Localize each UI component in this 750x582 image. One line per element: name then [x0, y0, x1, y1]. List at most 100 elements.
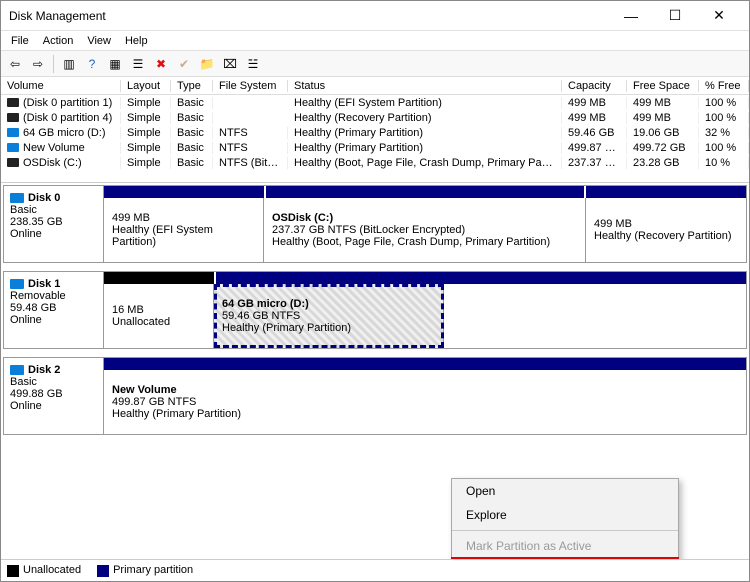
ctx-change-drive-letter[interactable]: Change Drive Letter and Paths... [452, 558, 678, 559]
col-volume[interactable]: Volume [1, 80, 121, 92]
col-status[interactable]: Status [288, 80, 562, 92]
cell-status: Healthy (Boot, Page File, Crash Dump, Pr… [288, 157, 562, 169]
forward-button[interactable]: ⇨ [28, 54, 48, 74]
window: Disk Management — ☐ ✕ File Action View H… [0, 0, 750, 582]
menu-action[interactable]: Action [37, 33, 80, 49]
disk-kind: Basic [10, 204, 97, 216]
arrow-left-icon: ⇦ [10, 57, 20, 71]
cell-capacity: 499.87 GB [562, 142, 627, 154]
part-status: Unallocated [112, 316, 205, 328]
toolbar-btn-8[interactable]: ☱ [243, 54, 263, 74]
cell-volume: OSDisk (C:) [23, 157, 82, 169]
grid-icon: ▦ [109, 57, 120, 71]
col-type[interactable]: Type [171, 80, 213, 92]
cell-capacity: 237.37 GB [562, 157, 627, 169]
disk1-part-unallocated[interactable]: 16 MB Unallocated [104, 284, 214, 348]
disk0-part-recovery[interactable]: 499 MB Healthy (Recovery Partition) [586, 198, 746, 262]
col-pctfree[interactable]: % Free [699, 80, 749, 92]
cell-volume: 64 GB micro (D:) [23, 127, 106, 139]
minimize-button[interactable]: — [609, 2, 653, 30]
cell-capacity: 59.46 GB [562, 127, 627, 139]
disk-0: Disk 0 Basic 238.35 GB Online 499 MB Hea… [3, 185, 747, 263]
col-capacity[interactable]: Capacity [562, 80, 627, 92]
part-status: Healthy (Primary Partition) [112, 408, 738, 420]
cell-volume: (Disk 0 partition 1) [23, 97, 112, 109]
toolbar-btn-7[interactable]: ⌧ [220, 54, 240, 74]
disk-icon [10, 193, 24, 203]
cell-capacity: 499 MB [562, 97, 627, 109]
arrow-right-icon: ⇨ [33, 57, 43, 71]
back-button[interactable]: ⇦ [5, 54, 25, 74]
toolbar: ⇦ ⇨ ▥ ? ▦ ☰ ✖ ✔ 📁 ⌧ ☱ [1, 51, 749, 77]
menu-help[interactable]: Help [119, 33, 154, 49]
ctx-explore[interactable]: Explore [452, 503, 678, 527]
disk2-part-newvolume[interactable]: New Volume 499.87 GB NTFS Healthy (Prima… [104, 370, 746, 434]
legend-primary-swatch [97, 565, 109, 577]
disk-2-header[interactable]: Disk 2 Basic 499.88 GB Online [4, 358, 104, 434]
part-size: 499 MB [112, 212, 255, 224]
check-icon: ✔ [179, 57, 189, 71]
menu-view[interactable]: View [81, 33, 117, 49]
col-free[interactable]: Free Space [627, 80, 699, 92]
part-status: Healthy (Boot, Page File, Crash Dump, Pr… [272, 236, 577, 248]
volume-list-header: Volume Layout Type File System Status Ca… [1, 77, 749, 95]
disk-icon [10, 365, 24, 375]
table-row[interactable]: New Volume Simple Basic NTFS Healthy (Pr… [1, 140, 749, 155]
disk-name: Disk 0 [28, 192, 60, 204]
cell-volume: (Disk 0 partition 4) [23, 112, 112, 124]
disk0-part-osdisk[interactable]: OSDisk (C:) 237.37 GB NTFS (BitLocker En… [264, 198, 586, 262]
table-row[interactable]: (Disk 0 partition 4) Simple Basic Health… [1, 110, 749, 125]
table-row[interactable]: OSDisk (C:) Simple Basic NTFS (BitLo... … [1, 155, 749, 170]
disk0-part-efi[interactable]: 499 MB Healthy (EFI System Partition) [104, 198, 264, 262]
disk-maps: Disk 0 Basic 238.35 GB Online 499 MB Hea… [1, 183, 749, 559]
disk-1: Disk 1 Removable 59.48 GB Online 16 MB U… [3, 271, 747, 349]
toolbar-btn-4[interactable]: ☰ [128, 54, 148, 74]
delete-icon: ✖ [156, 57, 166, 71]
legend-primary-label: Primary partition [113, 564, 193, 576]
toolbar-btn-3[interactable]: ▦ [105, 54, 125, 74]
cell-layout: Simple [121, 157, 171, 169]
disk-kind: Removable [10, 290, 97, 302]
cell-fs: NTFS [213, 127, 288, 139]
disk-0-stripe [104, 186, 746, 198]
ctx-open[interactable]: Open [452, 479, 678, 503]
disk-2-stripe [104, 358, 746, 370]
ctx-separator [452, 530, 678, 531]
context-menu: Open Explore Mark Partition as Active Ch… [451, 478, 679, 559]
disk-1-header[interactable]: Disk 1 Removable 59.48 GB Online [4, 272, 104, 348]
cell-type: Basic [171, 97, 213, 109]
table-row[interactable]: (Disk 0 partition 1) Simple Basic Health… [1, 95, 749, 110]
col-filesystem[interactable]: File System [213, 80, 288, 92]
menu-file[interactable]: File [5, 33, 35, 49]
cell-free: 23.28 GB [627, 157, 699, 169]
disk1-part-empty[interactable] [444, 284, 746, 348]
toolbar-btn-6[interactable]: 📁 [197, 54, 217, 74]
toolbar-btn-delete[interactable]: ✖ [151, 54, 171, 74]
cell-capacity: 499 MB [562, 112, 627, 124]
table-row[interactable]: 64 GB micro (D:) Simple Basic NTFS Healt… [1, 125, 749, 140]
cell-pct: 10 % [699, 157, 749, 169]
cell-layout: Simple [121, 112, 171, 124]
close-button[interactable]: ✕ [697, 2, 741, 30]
toolbar-btn-5[interactable]: ✔ [174, 54, 194, 74]
disk-name: Disk 1 [28, 278, 60, 290]
volume-icon [7, 113, 19, 122]
maximize-button[interactable]: ☐ [653, 2, 697, 30]
col-layout[interactable]: Layout [121, 80, 171, 92]
disk-2: Disk 2 Basic 499.88 GB Online New Volume… [3, 357, 747, 435]
window-title: Disk Management [9, 9, 609, 23]
volume-icon [7, 143, 19, 152]
toolbar-btn-2[interactable]: ? [82, 54, 102, 74]
cell-status: Healthy (EFI System Partition) [288, 97, 562, 109]
disk1-part-64gbmicro[interactable]: 64 GB micro (D:) 59.46 GB NTFS Healthy (… [214, 284, 444, 348]
disk-0-header[interactable]: Disk 0 Basic 238.35 GB Online [4, 186, 104, 262]
cell-pct: 100 % [699, 112, 749, 124]
cell-status: Healthy (Recovery Partition) [288, 112, 562, 124]
part-status: Healthy (Primary Partition) [222, 322, 435, 334]
cell-layout: Simple [121, 127, 171, 139]
disk-state: Online [10, 228, 97, 240]
volume-icon [7, 98, 19, 107]
cell-layout: Simple [121, 97, 171, 109]
toolbar-btn-1[interactable]: ▥ [59, 54, 79, 74]
legend-unallocated-swatch [7, 565, 19, 577]
